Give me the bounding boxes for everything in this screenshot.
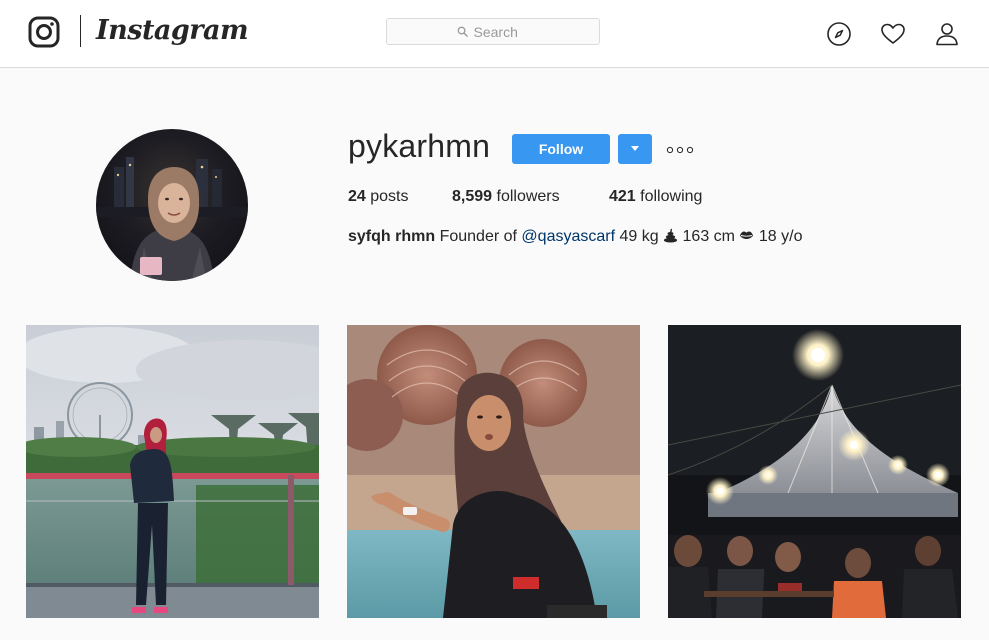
- posts-count-stat: 24 posts: [348, 188, 409, 206]
- lips-kiss-emoji-icon: [740, 231, 754, 240]
- profile-avatar[interactable]: [96, 129, 248, 281]
- followers-count-stat[interactable]: 8,599 followers: [452, 188, 560, 206]
- instagram-camera-icon[interactable]: [28, 16, 60, 48]
- post-thumbnail-1[interactable]: [26, 325, 319, 618]
- activity-heart-icon[interactable]: [880, 21, 906, 47]
- instagram-wordmark[interactable]: Instagram: [96, 13, 249, 49]
- suggested-users-dropdown-button[interactable]: [618, 134, 652, 164]
- bio-mention-link[interactable]: @qasyascarf: [521, 228, 615, 245]
- followers-count: 8,599: [452, 188, 493, 205]
- posts-label: posts: [370, 188, 409, 205]
- following-label: following: [640, 188, 703, 205]
- search-icon: [457, 26, 468, 37]
- post-thumbnail-2[interactable]: [347, 325, 640, 618]
- more-options-icon[interactable]: [665, 140, 695, 160]
- profile-person-icon[interactable]: [934, 21, 960, 47]
- profile-username: pykarhmn: [348, 128, 491, 164]
- following-count-stat[interactable]: 421 following: [609, 188, 702, 206]
- logo-divider: [80, 15, 81, 47]
- posts-count: 24: [348, 188, 366, 205]
- top-nav-bar: Instagram: [0, 0, 989, 68]
- explore-compass-icon[interactable]: [826, 21, 852, 47]
- profile-bio: syfqh rhmn Founder of @qasyascarf 49 kg …: [348, 228, 803, 246]
- search-box[interactable]: [386, 18, 600, 45]
- poop-emoji-icon: [664, 228, 678, 243]
- bio-text-age: 18 y/o: [758, 228, 803, 245]
- profile-full-name: syfqh rhmn: [348, 228, 436, 245]
- search-input[interactable]: [473, 23, 530, 40]
- post-thumbnail-3[interactable]: [668, 325, 961, 618]
- following-count: 421: [609, 188, 636, 205]
- bio-text-height: 163 cm: [682, 228, 735, 245]
- follow-button[interactable]: Follow: [512, 134, 610, 164]
- caret-down-icon: [631, 146, 639, 151]
- bio-text-weight: 49 kg: [619, 228, 659, 245]
- bio-text-founder: Founder of: [439, 228, 517, 245]
- followers-label: followers: [496, 188, 560, 205]
